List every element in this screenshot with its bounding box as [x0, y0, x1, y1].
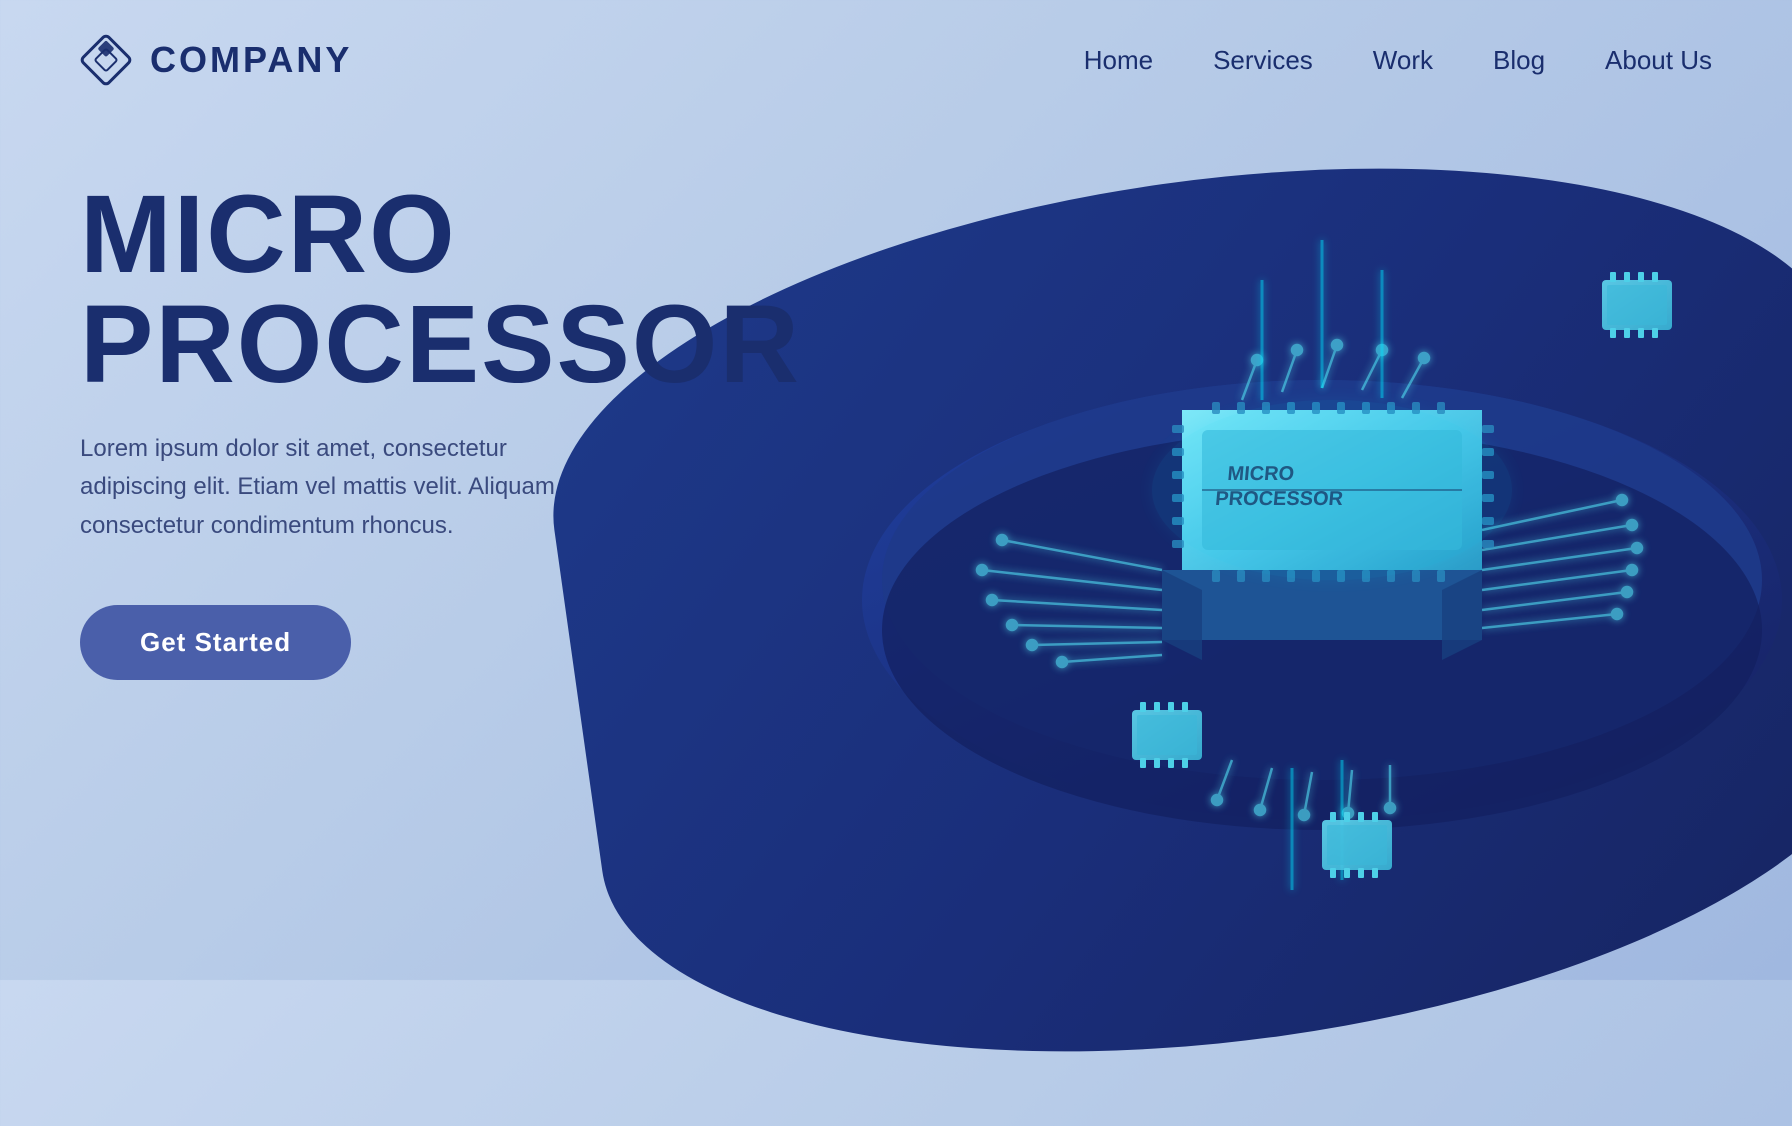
- nav-about[interactable]: About Us: [1605, 45, 1712, 76]
- nav-links: Home Services Work Blog About Us: [1084, 45, 1712, 76]
- cpu-illustration: MICRO PROCESSOR: [642, 80, 1792, 980]
- nav-services[interactable]: Services: [1213, 45, 1313, 76]
- hero-title: MICRO PROCESSOR: [80, 180, 680, 400]
- navbar: COMPANY Home Services Work Blog About Us: [0, 0, 1792, 120]
- logo-area: COMPANY: [80, 34, 352, 86]
- small-chip-top-right: [1602, 272, 1672, 338]
- logo-icon: [80, 34, 132, 86]
- nav-work[interactable]: Work: [1373, 45, 1433, 76]
- nav-blog[interactable]: Blog: [1493, 45, 1545, 76]
- hero-section: MICRO PROCESSOR Lorem ipsum dolor sit am…: [80, 180, 680, 680]
- nav-home[interactable]: Home: [1084, 45, 1153, 76]
- hero-description: Lorem ipsum dolor sit amet, consectetur …: [80, 430, 600, 545]
- small-chip-bottom-center: [1322, 812, 1392, 878]
- small-chip-bottom-left: [1132, 702, 1202, 768]
- logo-text: COMPANY: [150, 39, 352, 81]
- get-started-button[interactable]: Get Started: [80, 605, 351, 680]
